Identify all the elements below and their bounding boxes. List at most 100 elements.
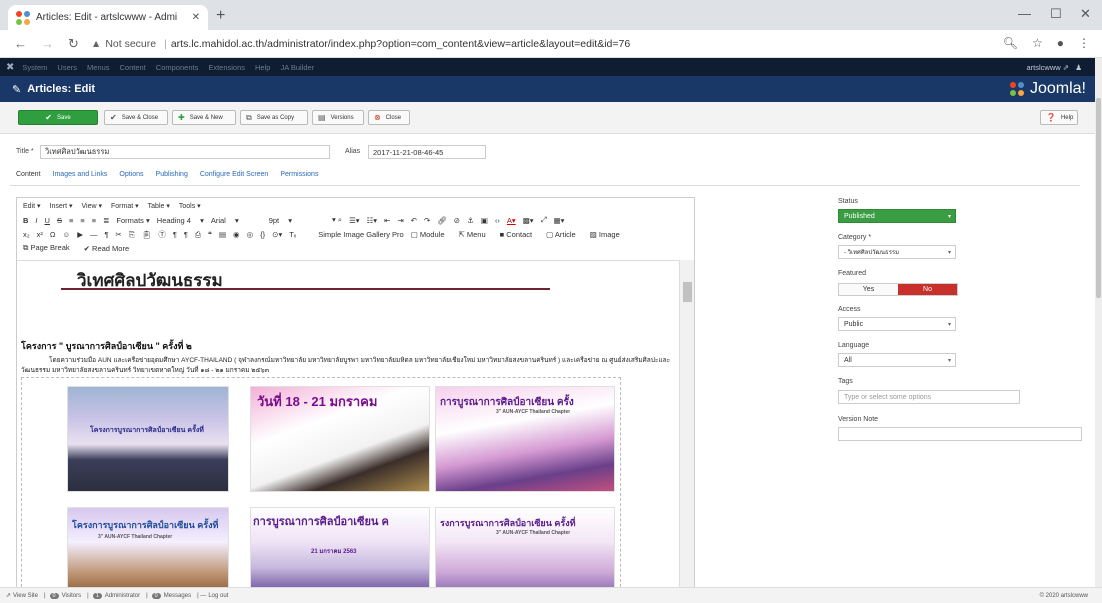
bold-icon[interactable]: B — [23, 216, 28, 225]
formats-dropdown[interactable]: Formats ▾ — [116, 216, 149, 225]
back-icon[interactable]: ← — [14, 36, 27, 51]
numbered-list-icon[interactable]: ☷▾ — [367, 216, 378, 225]
editor-scroll-thumb[interactable] — [683, 282, 692, 302]
bookmark-star-icon[interactable]: ☆ — [1032, 36, 1043, 50]
editor-content[interactable]: วิเทศศิลปวัฒนธรรม โครงการ " บูรณาการศิลป… — [17, 260, 679, 591]
title-input[interactable]: วิเทศศิลปวัฒนธรรม — [40, 145, 330, 159]
editor-menu-format[interactable]: Format ▾ — [111, 202, 139, 210]
page-scroll-thumb[interactable] — [1096, 98, 1101, 298]
outdent-icon[interactable]: ⇤ — [384, 216, 390, 225]
status-select[interactable]: Published ▾ — [838, 209, 956, 223]
undo-icon[interactable]: ↶ — [411, 216, 417, 225]
editor-scrollbar[interactable] — [679, 260, 694, 591]
messages-indicator[interactable]: | 0 Messages — [146, 592, 191, 599]
menu-extensions[interactable]: Extensions — [208, 63, 245, 72]
browser-menu-icon[interactable]: ⋮ — [1078, 36, 1090, 50]
save-copy-button[interactable]: ⧉ Save as Copy — [240, 110, 308, 125]
menu-users[interactable]: Users — [57, 63, 77, 72]
category-select[interactable]: - วิเทศศิลปวัฒนธรรม ▾ — [838, 245, 956, 259]
reload-icon[interactable]: ↻ — [68, 36, 79, 52]
anchor-icon[interactable]: ⚓︎ — [467, 216, 474, 225]
save-close-button[interactable]: ✔ Save & Close — [104, 110, 168, 125]
text-color-icon[interactable]: A▾ — [507, 216, 516, 225]
italic-icon[interactable]: I — [35, 216, 37, 225]
menu-help[interactable]: Help — [255, 63, 270, 72]
unlink-icon[interactable]: ⊘ — [454, 216, 460, 225]
save-new-button[interactable]: ✚ Save & New — [172, 110, 236, 125]
browser-tab[interactable]: Articles: Edit - artslcwww - Admi ✕ — [8, 5, 208, 30]
maximize-icon[interactable]: ☐ — [1050, 6, 1062, 22]
language-select[interactable]: All ▾ — [838, 353, 956, 367]
visitors-indicator[interactable]: | 0 Visitors — [44, 592, 81, 599]
template-icon[interactable]: ▤ — [219, 230, 226, 239]
menu-button[interactable]: ⇱ Menu — [459, 230, 493, 239]
menu-system[interactable]: System — [22, 63, 47, 72]
forward-icon[interactable]: → — [41, 36, 54, 51]
save-button[interactable]: ✔ Save — [18, 110, 98, 125]
tab-configure-edit-screen[interactable]: Configure Edit Screen — [200, 171, 268, 185]
tab-permissions[interactable]: Permissions — [280, 171, 318, 185]
gallery-pro-button[interactable]: Simple Image Gallery Pro — [318, 230, 403, 239]
tab-images-links[interactable]: Images and Links — [53, 171, 108, 185]
contact-button[interactable]: ■ Contact — [500, 230, 539, 239]
tab-content[interactable]: Content — [16, 171, 41, 185]
copy-icon-2[interactable]: ⎘ — [129, 230, 135, 240]
font-dropdown[interactable]: Arial ▾ — [211, 216, 239, 225]
editor-menu-table[interactable]: Table ▾ — [148, 202, 170, 210]
visual-blocks-icon[interactable]: ⊙▾ — [272, 230, 282, 239]
media-icon[interactable]: ▶ — [77, 230, 83, 239]
hr-icon[interactable]: — — [90, 230, 98, 239]
rtl-icon[interactable]: ¶ — [184, 230, 188, 239]
source-code-icon[interactable]: {} — [260, 230, 265, 239]
align-left-icon[interactable]: ≡ — [69, 216, 73, 225]
tab-publishing[interactable]: Publishing — [156, 171, 188, 185]
bullet-list-icon[interactable]: ☰▾ — [349, 216, 360, 225]
featured-no-button[interactable]: No — [898, 284, 957, 295]
module-button[interactable]: ▢ Module — [411, 230, 452, 239]
special-char-icon[interactable]: Ω — [50, 230, 56, 239]
close-tab-icon[interactable]: ✕ — [192, 12, 200, 23]
link-icon[interactable]: 🔗︎ — [437, 216, 447, 225]
align-justify-icon[interactable]: ≣ — [103, 216, 109, 225]
menu-ja-builder[interactable]: JA Builder — [280, 63, 314, 72]
minimize-icon[interactable]: — — [1018, 6, 1031, 21]
editor-menu-edit[interactable]: Edit ▾ — [23, 202, 41, 210]
strikethrough-icon[interactable]: S — [57, 216, 62, 225]
new-tab-button[interactable]: + — [216, 7, 225, 25]
close-window-icon[interactable]: ✕ — [1080, 6, 1091, 22]
tab-options[interactable]: Options — [119, 171, 143, 185]
underline-icon[interactable]: U — [45, 216, 50, 225]
close-button[interactable]: ⊗ Close — [368, 110, 410, 125]
size-dropdown[interactable]: 9pt ▾ — [269, 216, 292, 225]
logout-link[interactable]: | — Log out — [197, 593, 228, 599]
align-center-icon[interactable]: ≡ — [80, 216, 84, 225]
heading-dropdown[interactable]: Heading 4 ▾ — [157, 216, 204, 225]
profile-icon[interactable]: ● — [1057, 36, 1064, 50]
blockquote-icon[interactable]: ❝ — [208, 230, 212, 239]
table-icon[interactable]: ▦▾ — [554, 216, 565, 225]
ltr-icon[interactable]: ¶ — [173, 230, 177, 239]
fullscreen-icon[interactable]: ⤢ — [541, 215, 547, 225]
clear-format-icon[interactable]: ✂ — [116, 230, 122, 239]
alias-input[interactable]: 2017-11-21-08-46-45 — [368, 145, 486, 159]
menu-components[interactable]: Components — [156, 63, 199, 72]
align-right-icon[interactable]: ≡ — [92, 216, 96, 225]
joomla-menu-logo-icon[interactable]: ✖ — [6, 62, 14, 73]
tags-input[interactable]: Type or select some options — [838, 390, 1020, 404]
redo-icon[interactable]: ↷ — [424, 216, 430, 225]
bg-color-icon[interactable]: ▩▾ — [523, 216, 534, 225]
versions-button[interactable]: ▤ Versions — [312, 110, 364, 125]
view-site-link[interactable]: ⇗ View Site — [6, 592, 38, 600]
page-break-button[interactable]: ⧉ Page Break — [23, 243, 77, 253]
administrator-indicator[interactable]: | 1 Administrator — [87, 592, 140, 599]
featured-yes-button[interactable]: Yes — [839, 284, 898, 295]
paste-text-icon[interactable]: Ⓣ — [158, 229, 166, 240]
visual-aid-icon[interactable]: ◎ — [247, 230, 254, 239]
code-icon[interactable]: ‹› — [495, 216, 500, 225]
user-menu[interactable]: artslcwww ⇗ ♟ — [1026, 63, 1082, 72]
preview-icon[interactable]: ◉ — [233, 230, 240, 239]
image-button[interactable]: ▨ Image — [590, 230, 627, 239]
print-icon[interactable]: ⎙ — [195, 230, 201, 240]
menu-content[interactable]: Content — [120, 63, 146, 72]
help-button[interactable]: ❓ Help — [1040, 110, 1078, 125]
